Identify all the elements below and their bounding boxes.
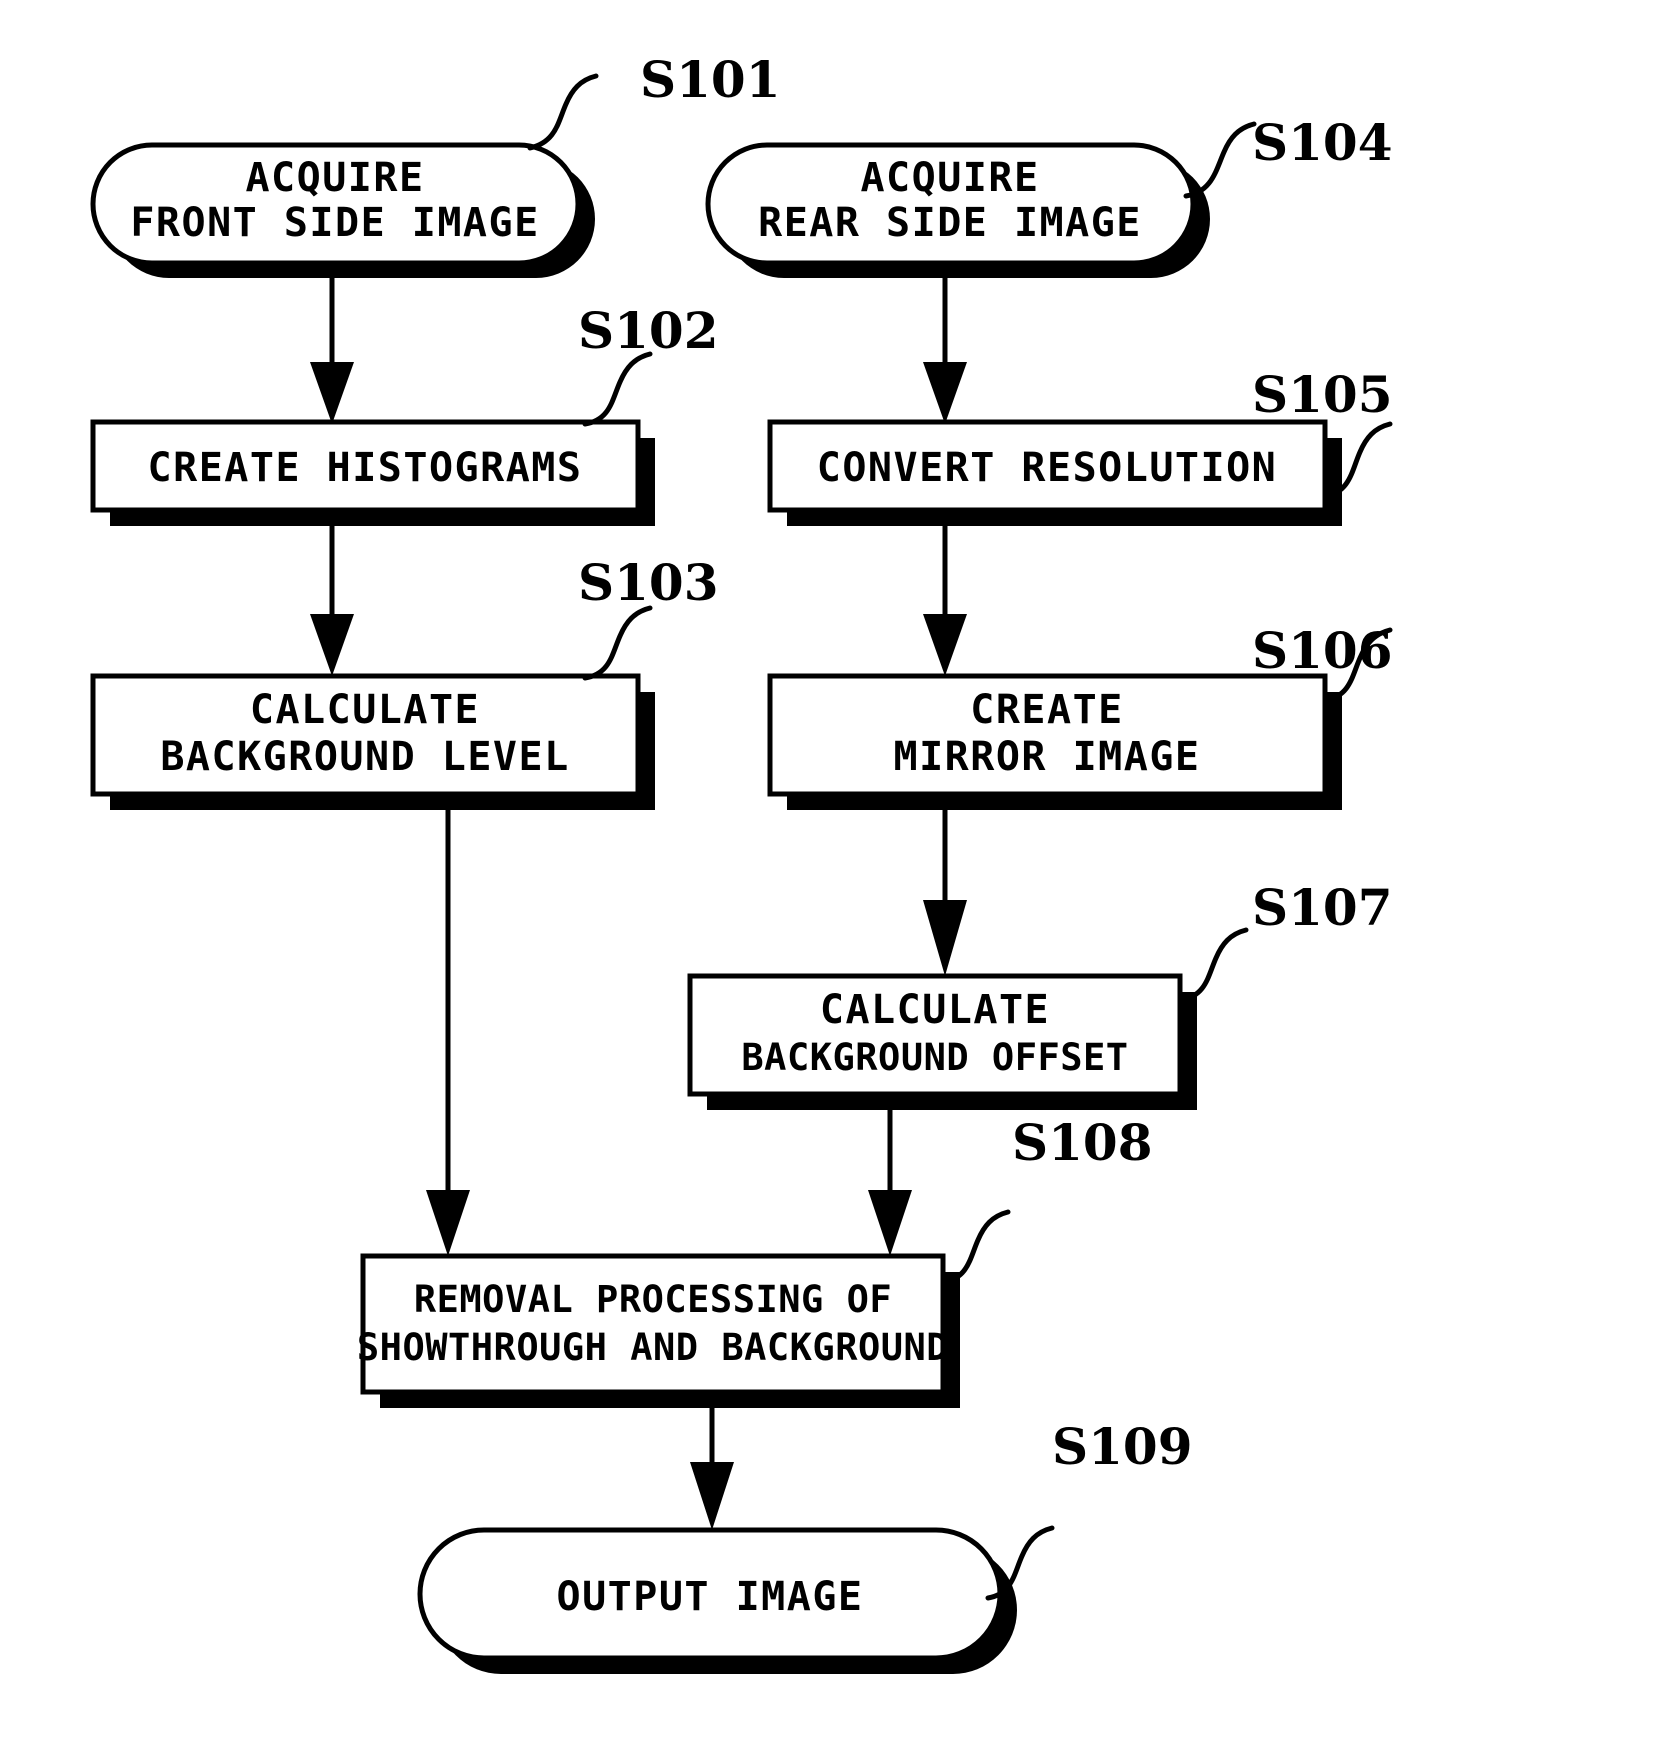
- leader-s108: S108: [941, 1113, 1152, 1285]
- node-s108-line2: SHOWTHROUGH AND BACKGROUND: [357, 1326, 949, 1369]
- node-s106[interactable]: CREATE MIRROR IMAGE: [767, 673, 1342, 810]
- node-s109-line1: OUTPUT IMAGE: [557, 1574, 864, 1620]
- step-label-s109: S109: [1052, 1417, 1192, 1476]
- node-s103-line2: BACKGROUND LEVEL: [160, 734, 569, 780]
- node-s108[interactable]: REMOVAL PROCESSING OF SHOWTHROUGH AND BA…: [357, 1253, 960, 1408]
- node-s104-line2: REAR SIDE IMAGE: [758, 200, 1142, 246]
- step-label-s105: S105: [1252, 365, 1392, 424]
- step-label-s104: S104: [1252, 113, 1392, 172]
- node-s105-line1: CONVERT RESOLUTION: [817, 445, 1277, 491]
- edge-s102-s103: [310, 510, 354, 676]
- node-s106-line1: CREATE: [970, 687, 1124, 733]
- leader-s107: S107: [1178, 878, 1392, 1003]
- leader-s103: S103: [578, 553, 718, 681]
- leader-s109: S109: [985, 1417, 1192, 1601]
- step-label-s101: S101: [640, 50, 780, 109]
- node-s103-line1: CALCULATE: [250, 687, 480, 733]
- edge-s108-s109: [690, 1408, 734, 1530]
- node-s105[interactable]: CONVERT RESOLUTION: [767, 419, 1342, 526]
- edge-s105-s106: [923, 510, 967, 676]
- node-s107-line2: BACKGROUND OFFSET: [741, 1036, 1128, 1079]
- node-s101-line2: FRONT SIDE IMAGE: [130, 200, 539, 246]
- leader-s104: S104: [1183, 113, 1392, 199]
- step-label-s108: S108: [1012, 1113, 1152, 1172]
- node-s102-line1: CREATE HISTOGRAMS: [148, 445, 583, 491]
- edge-s104-s105: [923, 265, 967, 424]
- node-s108-line1: REMOVAL PROCESSING OF: [414, 1278, 892, 1321]
- flowchart-canvas: ACQUIRE FRONT SIDE IMAGE S101 CREATE HIS…: [90, 50, 1393, 1674]
- node-s102[interactable]: CREATE HISTOGRAMS: [90, 419, 655, 526]
- node-s107-line1: CALCULATE: [820, 987, 1050, 1033]
- step-label-s107: S107: [1252, 878, 1392, 937]
- flowchart-diagram: ACQUIRE FRONT SIDE IMAGE S101 CREATE HIS…: [0, 0, 1654, 1757]
- edge-s101-s102: [310, 265, 354, 424]
- node-s103[interactable]: CALCULATE BACKGROUND LEVEL: [90, 673, 655, 810]
- node-s101[interactable]: ACQUIRE FRONT SIDE IMAGE: [90, 142, 595, 278]
- step-label-s102: S102: [578, 301, 718, 360]
- node-s104[interactable]: ACQUIRE REAR SIDE IMAGE: [705, 142, 1210, 278]
- step-label-s103: S103: [578, 553, 718, 612]
- node-s104-line1: ACQUIRE: [860, 155, 1039, 201]
- step-label-s106: S106: [1252, 621, 1392, 680]
- node-s109[interactable]: OUTPUT IMAGE: [417, 1527, 1017, 1674]
- edge-s103-s108: [426, 760, 470, 1256]
- node-s101-line1: ACQUIRE: [245, 155, 424, 201]
- leader-s102: S102: [578, 301, 718, 427]
- node-s107[interactable]: CALCULATE BACKGROUND OFFSET: [687, 973, 1197, 1110]
- leader-s101: S101: [527, 50, 780, 151]
- node-s106-line2: MIRROR IMAGE: [894, 734, 1201, 780]
